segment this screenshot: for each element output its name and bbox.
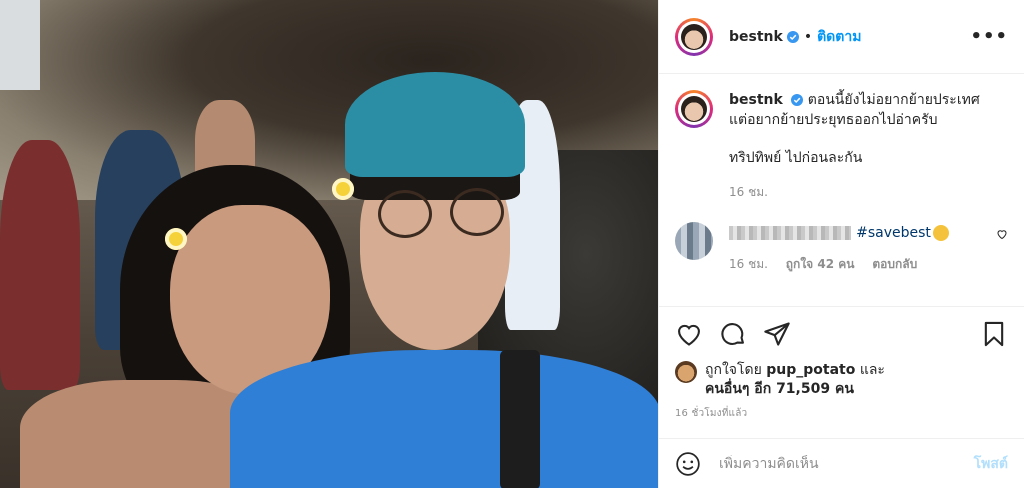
comment-likes[interactable]: ถูกใจ 42 คน (786, 257, 855, 271)
comment-meta: 16 ชม. ถูกใจ 42 คน ตอบกลับ (729, 255, 988, 274)
photo-bg-person (0, 140, 80, 390)
post-timestamp[interactable]: 16 ชั่วโมงที่แล้ว (659, 407, 1024, 435)
comment-input[interactable] (717, 454, 974, 473)
separator-dot: • (803, 28, 813, 45)
action-bar (659, 307, 1024, 361)
liker-avatar[interactable] (675, 361, 697, 383)
reply-button[interactable]: ตอบกลับ (872, 257, 917, 271)
photo-glasses-lens (378, 190, 432, 238)
laughing-emoji-icon (932, 224, 949, 241)
comment-body: #savebest 16 ชม. ถูกใจ 42 คน ตอบกลับ (729, 222, 988, 274)
avatar-ring (678, 20, 710, 53)
user-avatar[interactable] (675, 17, 713, 56)
likes-prefix: ถูกใจโดย (705, 362, 762, 378)
comment-like-heart-icon[interactable] (996, 228, 1008, 240)
liker-username[interactable]: pup_potato (766, 362, 855, 378)
more-options-icon[interactable]: ••• (970, 26, 1008, 47)
emoji-picker-icon[interactable] (675, 451, 701, 477)
like-heart-icon[interactable] (675, 320, 703, 348)
caption-time[interactable]: 16 ชม. (729, 182, 980, 202)
hashtag-link[interactable]: #savebest (856, 225, 931, 241)
comment-bubble-icon[interactable] (719, 320, 747, 348)
photo-sky (0, 0, 40, 90)
commenter-avatar-blurred[interactable] (675, 222, 713, 260)
verified-badge-icon (791, 94, 804, 106)
post-header: bestnk • ติดตาม ••• (659, 0, 1024, 74)
username-link[interactable]: bestnk (729, 29, 783, 45)
post-comment-button[interactable]: โพสต์ (974, 453, 1008, 475)
photo-flower (165, 228, 187, 250)
verified-badge-icon (786, 30, 799, 43)
photo-bag-strap (500, 350, 540, 488)
photo-man-cap (345, 72, 525, 177)
caption-text: bestnk ตอนนี้ยังไม่อยากย้ายประเทศ แต่อยา… (729, 90, 980, 202)
save-bookmark-icon[interactable] (980, 320, 1008, 348)
likes-suffix: และ (859, 362, 885, 378)
photo-flower (332, 178, 354, 200)
avatar-image (681, 96, 707, 122)
comment-time[interactable]: 16 ชม. (729, 257, 768, 271)
avatar-image (681, 23, 707, 50)
other-likes-link[interactable]: คนอื่นๆ อีก 71,509 คน (705, 381, 854, 397)
caption-username[interactable]: bestnk (729, 92, 783, 108)
caption-line: ตอนนี้ยังไม่อยากย้ายประเทศ (807, 92, 980, 108)
avatar-ring (678, 93, 710, 125)
blurred-username (729, 225, 851, 240)
share-paper-plane-icon[interactable] (763, 320, 791, 348)
caption: bestnk ตอนนี้ยังไม่อยากย้ายประเทศ แต่อยา… (675, 90, 1008, 202)
follow-button[interactable]: ติดตาม (817, 26, 861, 48)
post-sidebar: bestnk • ติดตาม ••• bestnk ตอนนี้ยังไม่อ… (658, 0, 1024, 488)
comment-item: #savebest 16 ชม. ถูกใจ 42 คน ตอบกลับ (675, 222, 1008, 274)
add-comment-bar: โพสต์ (659, 438, 1024, 488)
post-photo[interactable] (0, 0, 658, 488)
photo-man-shirt (230, 350, 658, 488)
instagram-post: bestnk • ติดตาม ••• bestnk ตอนนี้ยังไม่อ… (0, 0, 1024, 488)
caption-line: แต่อยากย้ายประยุทธออกไปอ่าครับ (729, 112, 938, 128)
photo-glasses-lens (450, 188, 504, 236)
comments-section[interactable]: bestnk ตอนนี้ยังไม่อยากย้ายประเทศ แต่อยา… (659, 74, 1024, 307)
caption-line: ทริปทิพย์ ไปก่อนละกัน (729, 150, 863, 166)
caption-avatar[interactable] (675, 90, 713, 128)
likes-summary: ถูกใจโดย pup_potato และ คนอื่นๆ อีก 71,5… (659, 361, 1024, 407)
likes-text: ถูกใจโดย pup_potato และ คนอื่นๆ อีก 71,5… (705, 361, 885, 399)
